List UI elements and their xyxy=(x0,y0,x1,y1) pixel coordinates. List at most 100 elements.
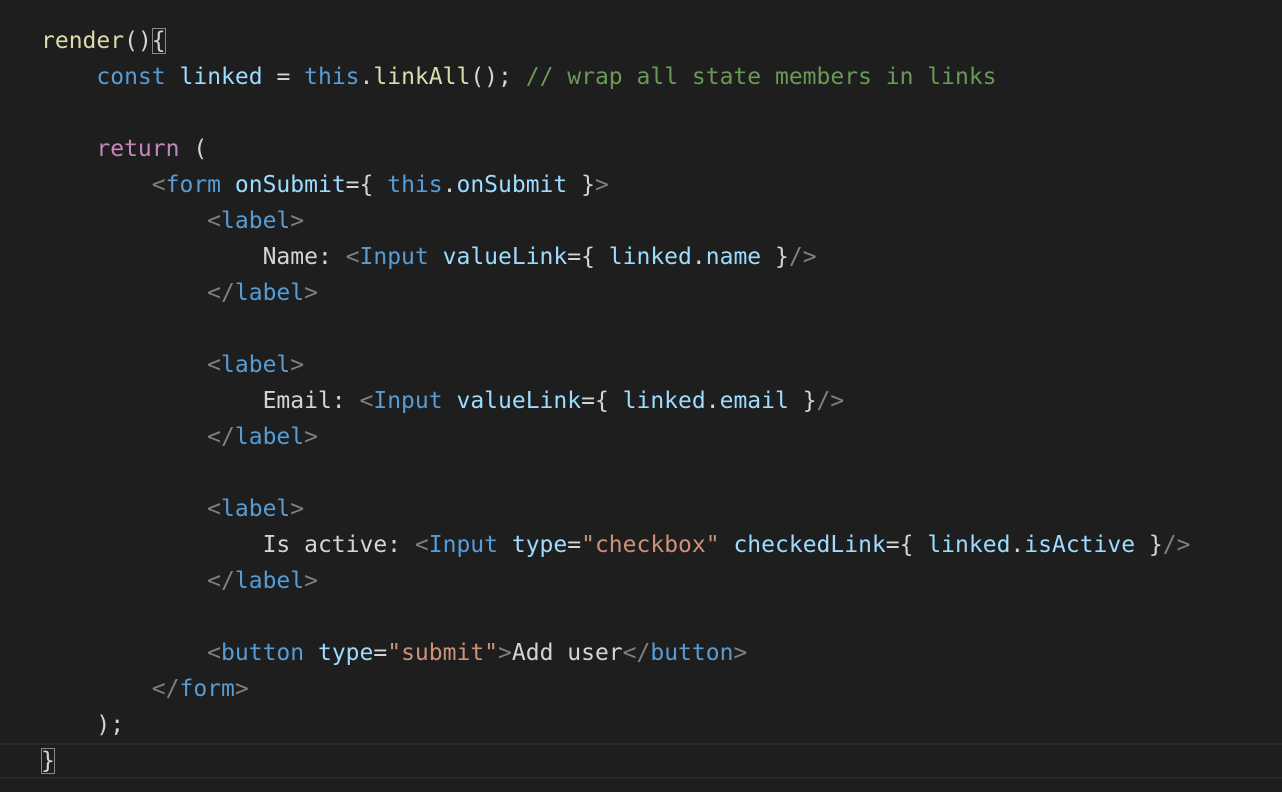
code-token: isActive xyxy=(1024,532,1136,558)
code-token: = xyxy=(373,640,388,666)
code-line-6[interactable]: <label> xyxy=(41,203,1190,239)
code-token: return xyxy=(96,136,180,162)
code-token: > xyxy=(304,424,318,450)
code-token: "submit" xyxy=(387,640,499,666)
code-line-12[interactable]: </label> xyxy=(41,419,1190,455)
code-token: Email: xyxy=(262,388,360,414)
code-token: ={ xyxy=(581,388,623,414)
code-token: email xyxy=(719,388,789,414)
code-line-2[interactable]: const linked = this.linkAll(); // wrap a… xyxy=(41,59,1190,95)
code-line-14[interactable]: <label> xyxy=(41,491,1190,527)
code-token: render xyxy=(41,28,125,54)
code-token: /> xyxy=(816,388,845,414)
code-token: < xyxy=(414,532,429,558)
code-token: linked xyxy=(927,532,1011,558)
code-token: < xyxy=(345,244,360,270)
code-token: </ xyxy=(151,676,180,702)
code-token: type xyxy=(317,640,374,666)
code-token: < xyxy=(359,388,374,414)
code-token: // wrap all state members in links xyxy=(525,64,997,90)
code-token: linked xyxy=(179,64,263,90)
code-token: . xyxy=(1010,532,1025,558)
code-line-11[interactable]: Email: <Input valueLink={ linked.email }… xyxy=(41,383,1190,419)
code-editor[interactable]: render(){ const linked = this.linkAll();… xyxy=(0,0,1282,792)
code-token: button xyxy=(650,640,734,666)
code-token: < xyxy=(207,352,222,378)
code-token: </ xyxy=(622,640,651,666)
code-token: const xyxy=(96,64,166,90)
code-token: ( xyxy=(179,136,208,162)
code-token: Input xyxy=(373,388,443,414)
code-token: onSubmit xyxy=(456,172,568,198)
code-token: > xyxy=(498,640,512,666)
code-token: ={ xyxy=(885,532,928,558)
code-token: this xyxy=(304,64,360,90)
code-line-15[interactable]: Is active: <Input type="checkbox" checke… xyxy=(41,527,1191,563)
code-token: linked xyxy=(608,244,692,270)
code-token: < xyxy=(207,496,222,522)
code-text-area[interactable]: render(){ const linked = this.linkAll();… xyxy=(41,23,1190,779)
code-token: > xyxy=(234,676,249,702)
matched-brace: } xyxy=(41,748,55,774)
code-token: () xyxy=(124,28,152,54)
code-token: label xyxy=(234,424,305,450)
code-token: label xyxy=(221,496,291,522)
code-token: </ xyxy=(207,568,235,594)
code-token: < xyxy=(151,172,166,198)
code-token: (); xyxy=(470,64,526,90)
code-token: ); xyxy=(96,712,125,738)
code-line-1[interactable]: render(){ xyxy=(41,23,1190,59)
code-token: onSubmit xyxy=(234,172,346,198)
code-line-10[interactable]: <label> xyxy=(41,347,1190,383)
code-token: < xyxy=(207,208,222,234)
code-line-21[interactable]: } xyxy=(41,743,1190,779)
code-line-3[interactable] xyxy=(41,95,1190,131)
code-token: valueLink xyxy=(442,244,568,270)
code-token: > xyxy=(594,172,609,198)
code-token: </ xyxy=(207,280,235,306)
code-token: linked xyxy=(622,388,706,414)
code-token: . xyxy=(359,64,374,90)
code-token: valueLink xyxy=(456,388,582,414)
code-line-17[interactable] xyxy=(41,599,1190,635)
code-token: } xyxy=(761,244,789,270)
code-token: > xyxy=(290,352,305,378)
code-token: > xyxy=(733,640,748,666)
code-line-13[interactable] xyxy=(41,455,1190,491)
code-line-9[interactable] xyxy=(41,311,1190,347)
code-line-18[interactable]: <button type="submit">Add user</button> xyxy=(41,635,1190,671)
code-token: Input xyxy=(359,244,429,270)
code-line-5[interactable]: <form onSubmit={ this.onSubmit }> xyxy=(41,167,1190,203)
code-token: > xyxy=(304,280,318,306)
code-line-7[interactable]: Name: <Input valueLink={ linked.name }/> xyxy=(41,239,1190,275)
code-line-16[interactable]: </label> xyxy=(41,563,1190,599)
code-token: ={ xyxy=(567,244,609,270)
code-token: form xyxy=(165,172,222,198)
code-token: button xyxy=(221,640,305,666)
code-token: type xyxy=(511,532,568,558)
code-line-19[interactable]: </form> xyxy=(41,671,1190,707)
code-token: } xyxy=(567,172,595,198)
code-token: = xyxy=(262,64,305,90)
code-token: checkedLink xyxy=(733,532,886,558)
code-line-4[interactable]: return ( xyxy=(41,131,1190,167)
code-line-20[interactable]: ); xyxy=(41,707,1190,743)
code-line-8[interactable]: </label> xyxy=(41,275,1190,311)
code-token: } xyxy=(1135,532,1163,558)
code-token: label xyxy=(234,568,305,594)
